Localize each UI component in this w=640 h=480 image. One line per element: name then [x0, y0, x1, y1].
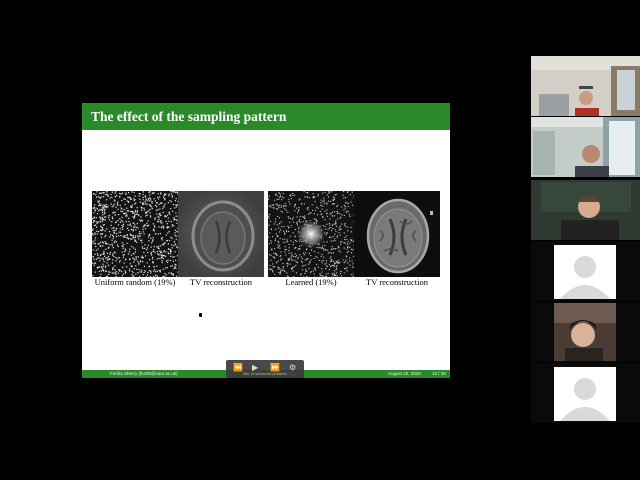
shared-slide: The effect of the sampling pattern Unifo… — [82, 103, 450, 378]
presentation-controls[interactable]: ⏪ ▶ ⏩ ⚙ Min. of nonconvex problems — [226, 360, 304, 378]
participant-tile-2[interactable] — [531, 117, 640, 177]
rewind-icon[interactable]: ⏪ — [233, 363, 243, 372]
caption-tv-reconstruction-2: TV reconstruction — [366, 277, 428, 287]
participant-tile-6[interactable] — [531, 363, 640, 423]
participant-placeholder-avatar — [554, 245, 616, 299]
tv-reconstruction-learned-image — [354, 191, 440, 277]
learned-mask-image — [268, 191, 354, 277]
participant-tile-3[interactable] — [531, 180, 640, 240]
participant-tile-1[interactable] — [531, 56, 640, 116]
gear-icon[interactable]: ⚙ — [289, 363, 296, 372]
slide-title: The effect of the sampling pattern — [82, 103, 450, 130]
tv-reconstruction-uniform-image — [178, 191, 264, 277]
player-subtitle: Min. of nonconvex problems — [243, 372, 287, 376]
footer-date: August 25, 2020 — [388, 371, 421, 376]
caption-tv-reconstruction-1: TV reconstruction — [190, 277, 252, 287]
fast-forward-icon[interactable]: ⏩ — [270, 363, 280, 372]
mouse-pointer — [199, 313, 202, 317]
uniform-random-mask-image — [92, 191, 178, 277]
participant-tile-4[interactable] — [531, 241, 640, 301]
footer-author: Ferdia Sherry (fs436@cam.ac.uk) — [110, 371, 178, 376]
caption-uniform-random: Uniform random (19%) — [94, 277, 176, 287]
footer-page: 13 / 38 — [432, 371, 446, 376]
caption-learned: Learned (19%) — [285, 277, 337, 287]
play-icon[interactable]: ▶ — [252, 363, 258, 372]
participant-tile-5[interactable] — [531, 302, 640, 362]
participant-placeholder-avatar-2 — [554, 367, 616, 421]
